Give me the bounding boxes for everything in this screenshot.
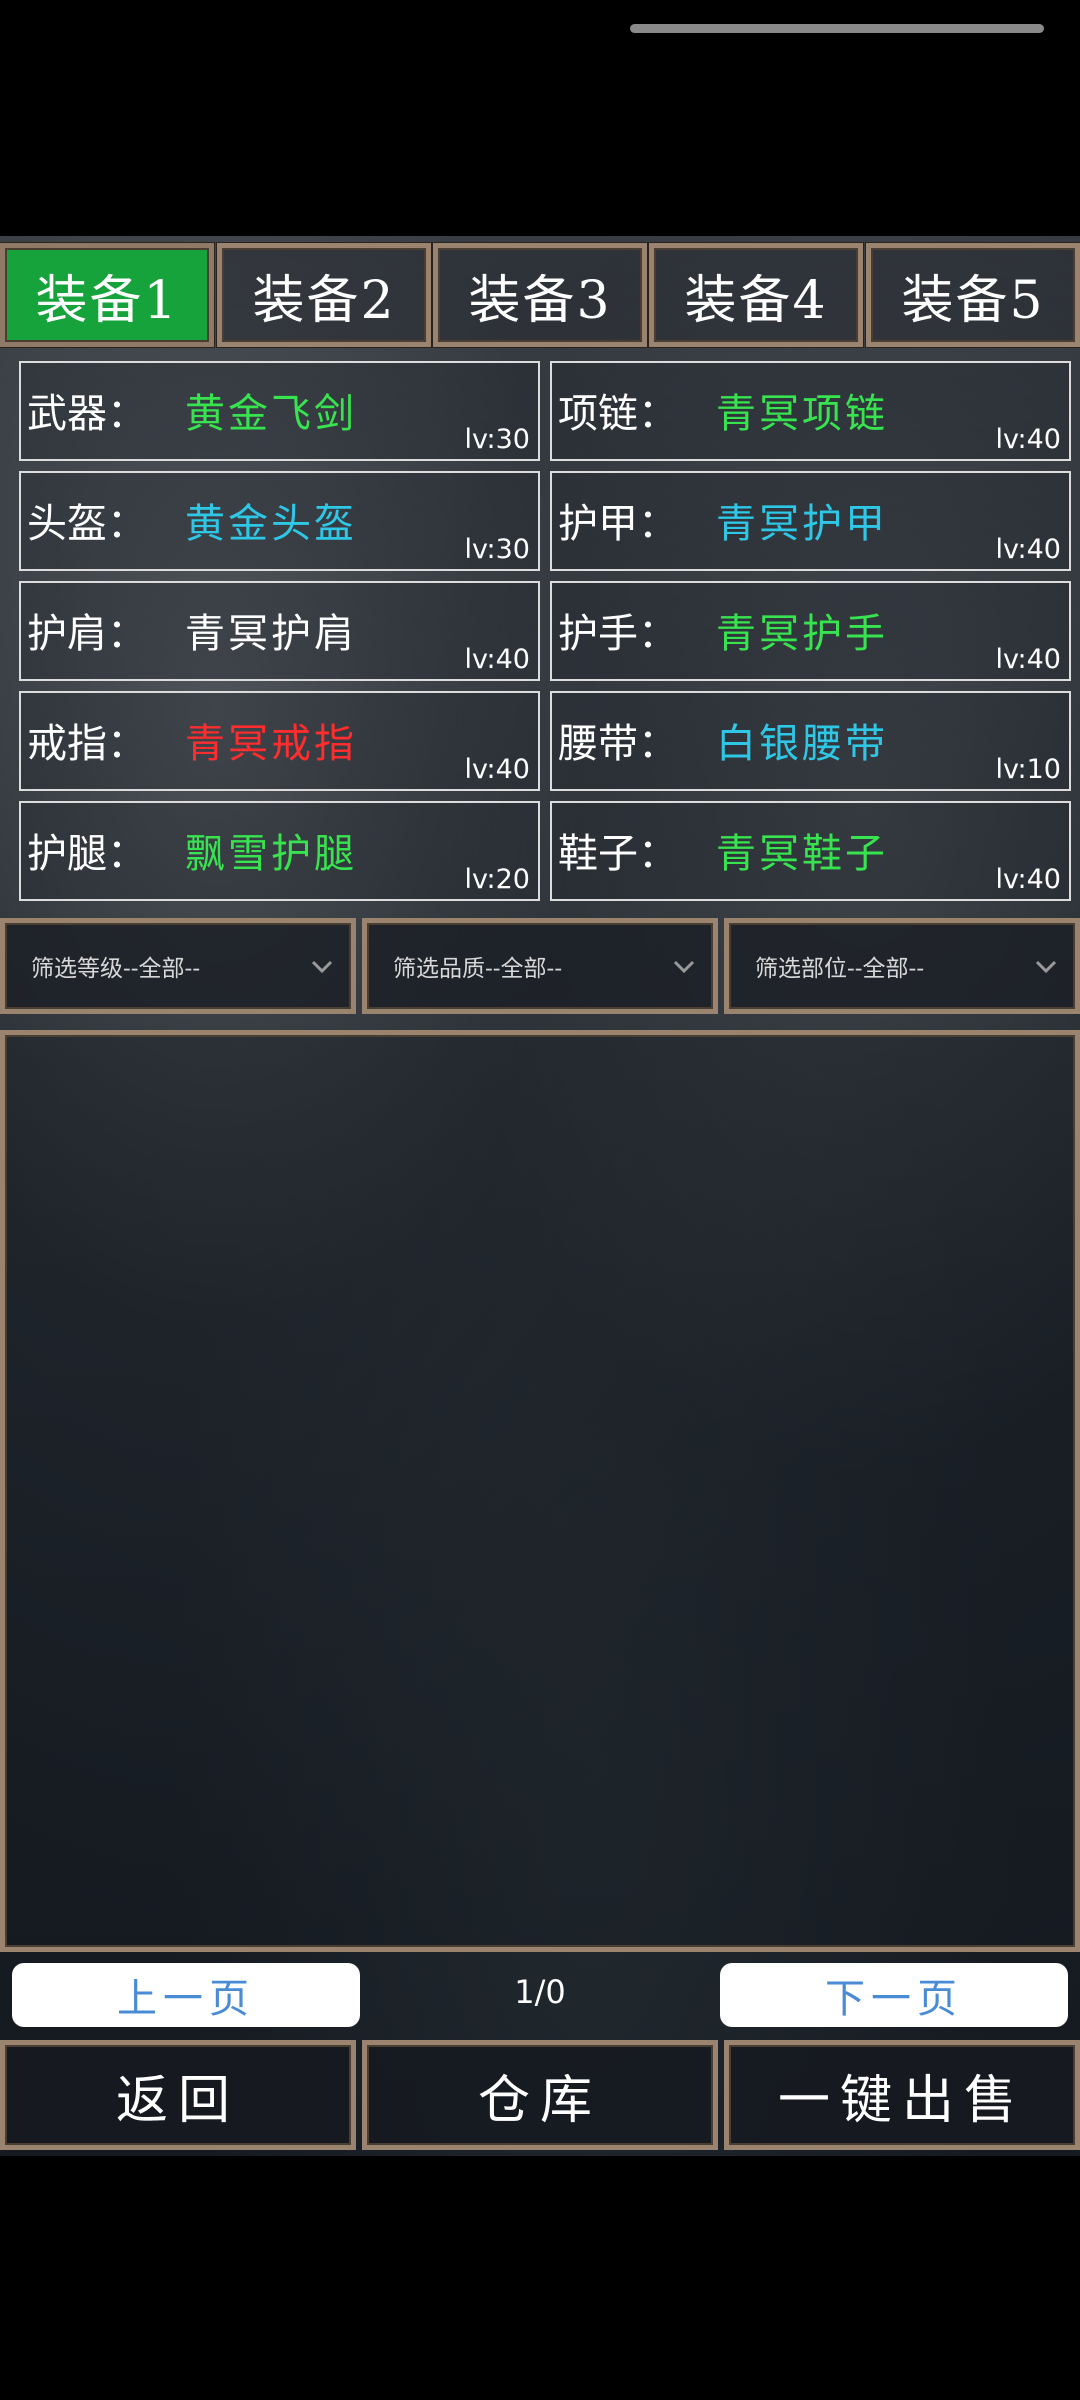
slot-leggings[interactable]: 护腿： 飘雪护腿 lv:20 <box>19 801 540 901</box>
slot-item-name: 黄金飞剑 <box>185 391 357 437</box>
slot-level: lv:40 <box>995 424 1061 455</box>
slot-shoes[interactable]: 鞋子： 青冥鞋子 lv:40 <box>550 801 1071 901</box>
slot-item-name: 白银腰带 <box>716 721 888 767</box>
slot-item-name: 青冥护甲 <box>716 501 888 547</box>
gesture-bar[interactable] <box>630 24 1044 33</box>
chevron-down-icon <box>1035 960 1057 974</box>
slot-weapon[interactable]: 武器： 黄金飞剑 lv:30 <box>19 361 540 461</box>
chevron-down-icon <box>311 960 333 974</box>
slot-label: 护肩： <box>27 611 147 657</box>
inventory-list[interactable] <box>0 1030 1080 1952</box>
sell-all-button[interactable]: 一键出售 <box>724 2040 1080 2150</box>
tab-equipment-1[interactable]: 装备1 <box>0 243 214 347</box>
slot-label: 护甲： <box>558 501 678 547</box>
filter-level-label: 筛选等级--全部-- <box>31 956 201 982</box>
slot-helmet[interactable]: 头盔： 黄金头盔 lv:30 <box>19 471 540 571</box>
slot-level: lv:40 <box>995 534 1061 565</box>
slot-belt[interactable]: 腰带： 白银腰带 lv:10 <box>550 691 1071 791</box>
slot-level: lv:30 <box>464 534 530 565</box>
next-page-button[interactable]: 下一页 <box>720 1963 1068 2027</box>
tab-equipment-5[interactable]: 装备5 <box>866 243 1080 347</box>
slot-ring[interactable]: 戒指： 青冥戒指 lv:40 <box>19 691 540 791</box>
tab-equipment-4[interactable]: 装备4 <box>649 243 863 347</box>
slot-level: lv:40 <box>995 864 1061 895</box>
chevron-down-icon <box>673 960 695 974</box>
tab-equipment-2[interactable]: 装备2 <box>217 243 431 347</box>
slot-item-name: 青冥戒指 <box>185 721 357 767</box>
tab-equipment-3[interactable]: 装备3 <box>433 243 647 347</box>
slot-level: lv:20 <box>464 864 530 895</box>
slot-label: 项链： <box>558 391 678 437</box>
slot-level: lv:10 <box>995 754 1061 785</box>
slot-label: 护手： <box>558 611 678 657</box>
slot-level: lv:30 <box>464 424 530 455</box>
filter-part-select[interactable]: 筛选部位--全部-- <box>724 918 1080 1014</box>
slot-item-name: 青冥鞋子 <box>716 831 888 877</box>
filter-quality-label: 筛选品质--全部-- <box>393 956 563 982</box>
slot-item-name: 黄金头盔 <box>185 501 357 547</box>
slot-item-name: 青冥护手 <box>716 611 888 657</box>
slot-label: 武器： <box>27 391 147 437</box>
slot-label: 戒指： <box>27 721 147 767</box>
slot-level: lv:40 <box>464 754 530 785</box>
slot-shoulder[interactable]: 护肩： 青冥护肩 lv:40 <box>19 581 540 681</box>
slot-item-name: 青冥项链 <box>716 391 888 437</box>
filter-level-select[interactable]: 筛选等级--全部-- <box>0 918 356 1014</box>
slot-level: lv:40 <box>995 644 1061 675</box>
filter-quality-select[interactable]: 筛选品质--全部-- <box>362 918 718 1014</box>
slot-level: lv:40 <box>464 644 530 675</box>
slot-item-name: 青冥护肩 <box>185 611 357 657</box>
prev-page-button[interactable]: 上一页 <box>12 1963 360 2027</box>
filter-part-label: 筛选部位--全部-- <box>755 956 925 982</box>
slot-label: 鞋子： <box>558 831 678 877</box>
slot-label: 护腿： <box>27 831 147 877</box>
slot-label: 腰带： <box>558 721 678 767</box>
page-indicator: 1/0 <box>514 1973 566 2011</box>
slot-label: 头盔： <box>27 501 147 547</box>
slot-item-name: 飘雪护腿 <box>185 831 357 877</box>
slot-gloves[interactable]: 护手： 青冥护手 lv:40 <box>550 581 1071 681</box>
slot-armor[interactable]: 护甲： 青冥护甲 lv:40 <box>550 471 1071 571</box>
back-button[interactable]: 返回 <box>0 2040 356 2150</box>
slot-necklace[interactable]: 项链： 青冥项链 lv:40 <box>550 361 1071 461</box>
warehouse-button[interactable]: 仓库 <box>362 2040 718 2150</box>
